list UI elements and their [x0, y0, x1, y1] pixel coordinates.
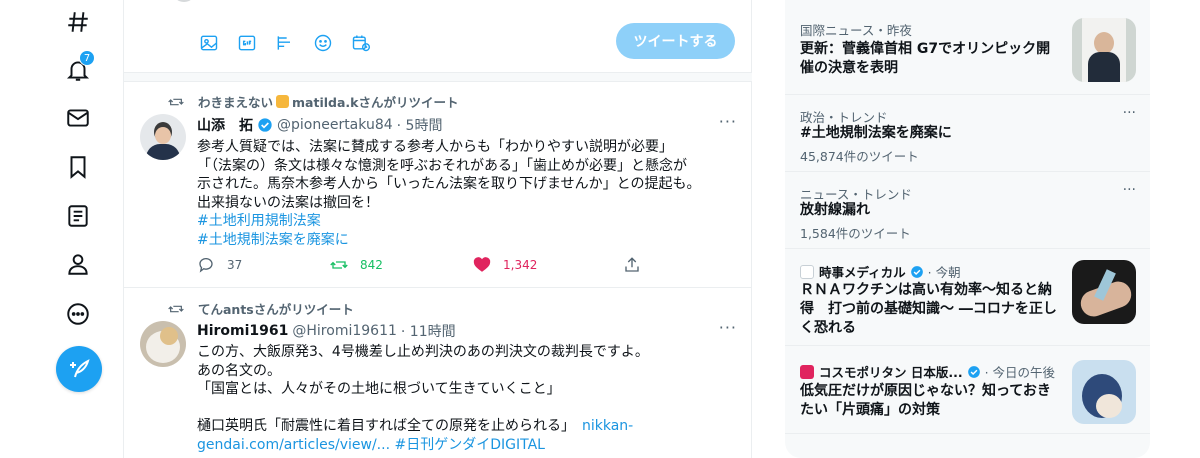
trend-title: ＲＮＡワクチンは高い有効率～知ると納得 打つ前の基礎知識～ ―コロナを正しく恐れ…	[800, 282, 1057, 336]
news-source: コスモポリタン 日本版...	[819, 365, 963, 380]
hashtag-link[interactable]: #土地規制法案を廃案に	[197, 231, 737, 250]
trend-title: 低気圧だけが原因じゃない？知っておきたい「片頭痛」の対策	[800, 383, 1051, 418]
gif-icon[interactable]	[234, 30, 260, 56]
compose-toolbar: ツイートする	[124, 0, 752, 72]
source-logo-icon	[800, 264, 814, 279]
more-options-icon[interactable]: ···	[719, 318, 737, 337]
notification-badge: 7	[79, 50, 95, 66]
news-time: · 今朝	[927, 265, 961, 280]
hashtag-link[interactable]: #日刊ゲンダイDIGITAL	[394, 437, 544, 453]
reply-count: 37	[227, 258, 243, 272]
retweet-icon	[330, 261, 348, 269]
retweeter-suffix: matilda.kさんがリツイート	[292, 95, 459, 110]
feather-plus-icon	[70, 359, 90, 378]
more-options-icon[interactable]: ···	[1123, 105, 1136, 121]
more-options-icon[interactable]: ···	[1123, 182, 1136, 198]
reply-button[interactable]: 37	[197, 256, 242, 274]
like-count: 1,342	[503, 258, 538, 272]
news-thumbnail[interactable]	[1072, 360, 1136, 424]
tweet-time[interactable]: · 11時間	[401, 321, 456, 341]
timeline-divider	[124, 72, 752, 82]
notifications-bell-icon[interactable]: 7	[58, 50, 98, 90]
emoji-icon	[276, 95, 290, 108]
news-thumbnail[interactable]	[1072, 260, 1136, 324]
image-icon[interactable]	[196, 30, 222, 56]
news-source-row: コスモポリタン 日本版... · 今日の午後	[800, 362, 1055, 381]
tweet-text: この方、大飯原発3、4号機差し止め判決のあの判決文の裁判長ですよ。 あの名文の。…	[197, 343, 737, 454]
trends-panel: 国際ニュース・昨夜 更新：菅義偉首相 G7でオリンピック開催の決意を表明 政治・…	[785, 0, 1150, 458]
trend-title: #土地規制法案を廃案に	[800, 125, 952, 141]
tweet-actions: 37 842 1,342	[197, 256, 667, 276]
compose-avatar	[172, 0, 196, 2]
hashtag-link[interactable]: #土地利用規制法案	[197, 212, 737, 231]
tweet-submit-button[interactable]: ツイートする	[616, 23, 735, 59]
retweet-context: わきまえない matilda.kさんがリツイート	[168, 92, 458, 111]
source-logo-icon	[800, 364, 814, 379]
schedule-icon[interactable]	[348, 30, 374, 56]
news-source: 時事メディカル	[819, 265, 906, 280]
share-button[interactable]	[623, 256, 653, 274]
trend-meta: 国際ニュース・昨夜	[800, 23, 912, 38]
author-handle[interactable]: @pioneertaku84	[277, 117, 393, 133]
news-time: · 今日の午後	[984, 365, 1056, 380]
show-more-link[interactable]	[800, 446, 880, 458]
retweet-count: 842	[360, 258, 383, 272]
explore-hashtag-icon[interactable]	[58, 2, 98, 42]
verified-badge-icon	[967, 365, 980, 378]
trend-tweet-count: 1,584件のツイート	[800, 226, 911, 241]
retweet-button[interactable]: 842	[330, 256, 383, 274]
tweet-item[interactable]: わきまえない matilda.kさんがリツイート 山添 拓 @pioneerta…	[124, 82, 752, 288]
emoji-icon[interactable]	[310, 30, 336, 56]
verified-badge-icon	[258, 118, 272, 132]
news-thumbnail[interactable]	[1072, 18, 1136, 82]
left-nav: 7	[0, 0, 124, 458]
trend-item[interactable]: 国際ニュース・昨夜 更新：菅義偉首相 G7でオリンピック開催の決意を表明	[785, 0, 1150, 95]
lists-icon[interactable]	[58, 196, 98, 236]
avatar[interactable]	[140, 114, 186, 160]
heart-icon	[473, 257, 491, 272]
news-source-row: 時事メディカル · 今朝	[800, 262, 961, 281]
avatar[interactable]	[140, 321, 186, 367]
timeline-column: ツイートする わきまえない matilda.kさんがリツイート 山添 拓 @pi…	[124, 0, 752, 458]
retweet-context: てんantsさんがリツイート	[168, 299, 354, 318]
trend-item[interactable]: ニュース・トレンド 放射線漏れ 1,584件のツイート ···	[785, 172, 1150, 249]
author-handle[interactable]: @Hiromi19611	[292, 323, 397, 339]
article-link[interactable]: nikkan-	[582, 418, 633, 434]
tweet-item[interactable]: てんantsさんがリツイート Hiromi1961 @Hiromi19611 ·…	[124, 289, 752, 458]
more-options-icon[interactable]	[58, 294, 98, 334]
share-icon	[625, 257, 639, 272]
tweet-text: 参考人質疑では、法案に賛成する参考人からも「わかりやすい説明が必要」 「（法案の…	[197, 139, 701, 211]
retweet-icon	[168, 98, 184, 105]
author-name[interactable]: 山添 拓	[197, 115, 253, 135]
retweeter-name[interactable]: てんantsさんがリツイート	[198, 299, 354, 318]
bookmarks-icon[interactable]	[58, 147, 98, 187]
poll-icon[interactable]	[272, 30, 298, 56]
like-button[interactable]: 1,342	[473, 256, 537, 274]
trend-item[interactable]: 時事メディカル · 今朝 ＲＮＡワクチンは高い有効率～知ると納得 打つ前の基礎知…	[785, 249, 1150, 346]
tweet-time[interactable]: · 5時間	[397, 115, 443, 135]
more-options-icon[interactable]: ···	[719, 112, 737, 131]
verified-badge-icon	[910, 265, 923, 278]
reply-bubble-icon	[199, 257, 213, 273]
article-link-cont[interactable]: gendai.com/articles/view/...	[197, 437, 390, 453]
author-name[interactable]: Hiromi1961	[197, 323, 288, 339]
compose-tweet-button[interactable]	[56, 346, 102, 392]
trend-title: 更新：菅義偉首相 G7でオリンピック開催の決意を表明	[800, 41, 1051, 76]
messages-envelope-icon[interactable]	[58, 98, 98, 138]
retweeter-name[interactable]: わきまえない	[198, 92, 273, 111]
trend-tweet-count: 45,874件のツイート	[800, 149, 919, 164]
trend-item[interactable]: 政治・トレンド #土地規制法案を廃案に 45,874件のツイート ···	[785, 95, 1150, 172]
retweet-icon	[168, 305, 184, 312]
trend-item[interactable]: コスモポリタン 日本版... · 今日の午後 低気圧だけが原因じゃない？知ってお…	[785, 346, 1150, 434]
profile-person-icon[interactable]	[58, 244, 98, 284]
trend-title: 放射線漏れ	[800, 202, 870, 218]
